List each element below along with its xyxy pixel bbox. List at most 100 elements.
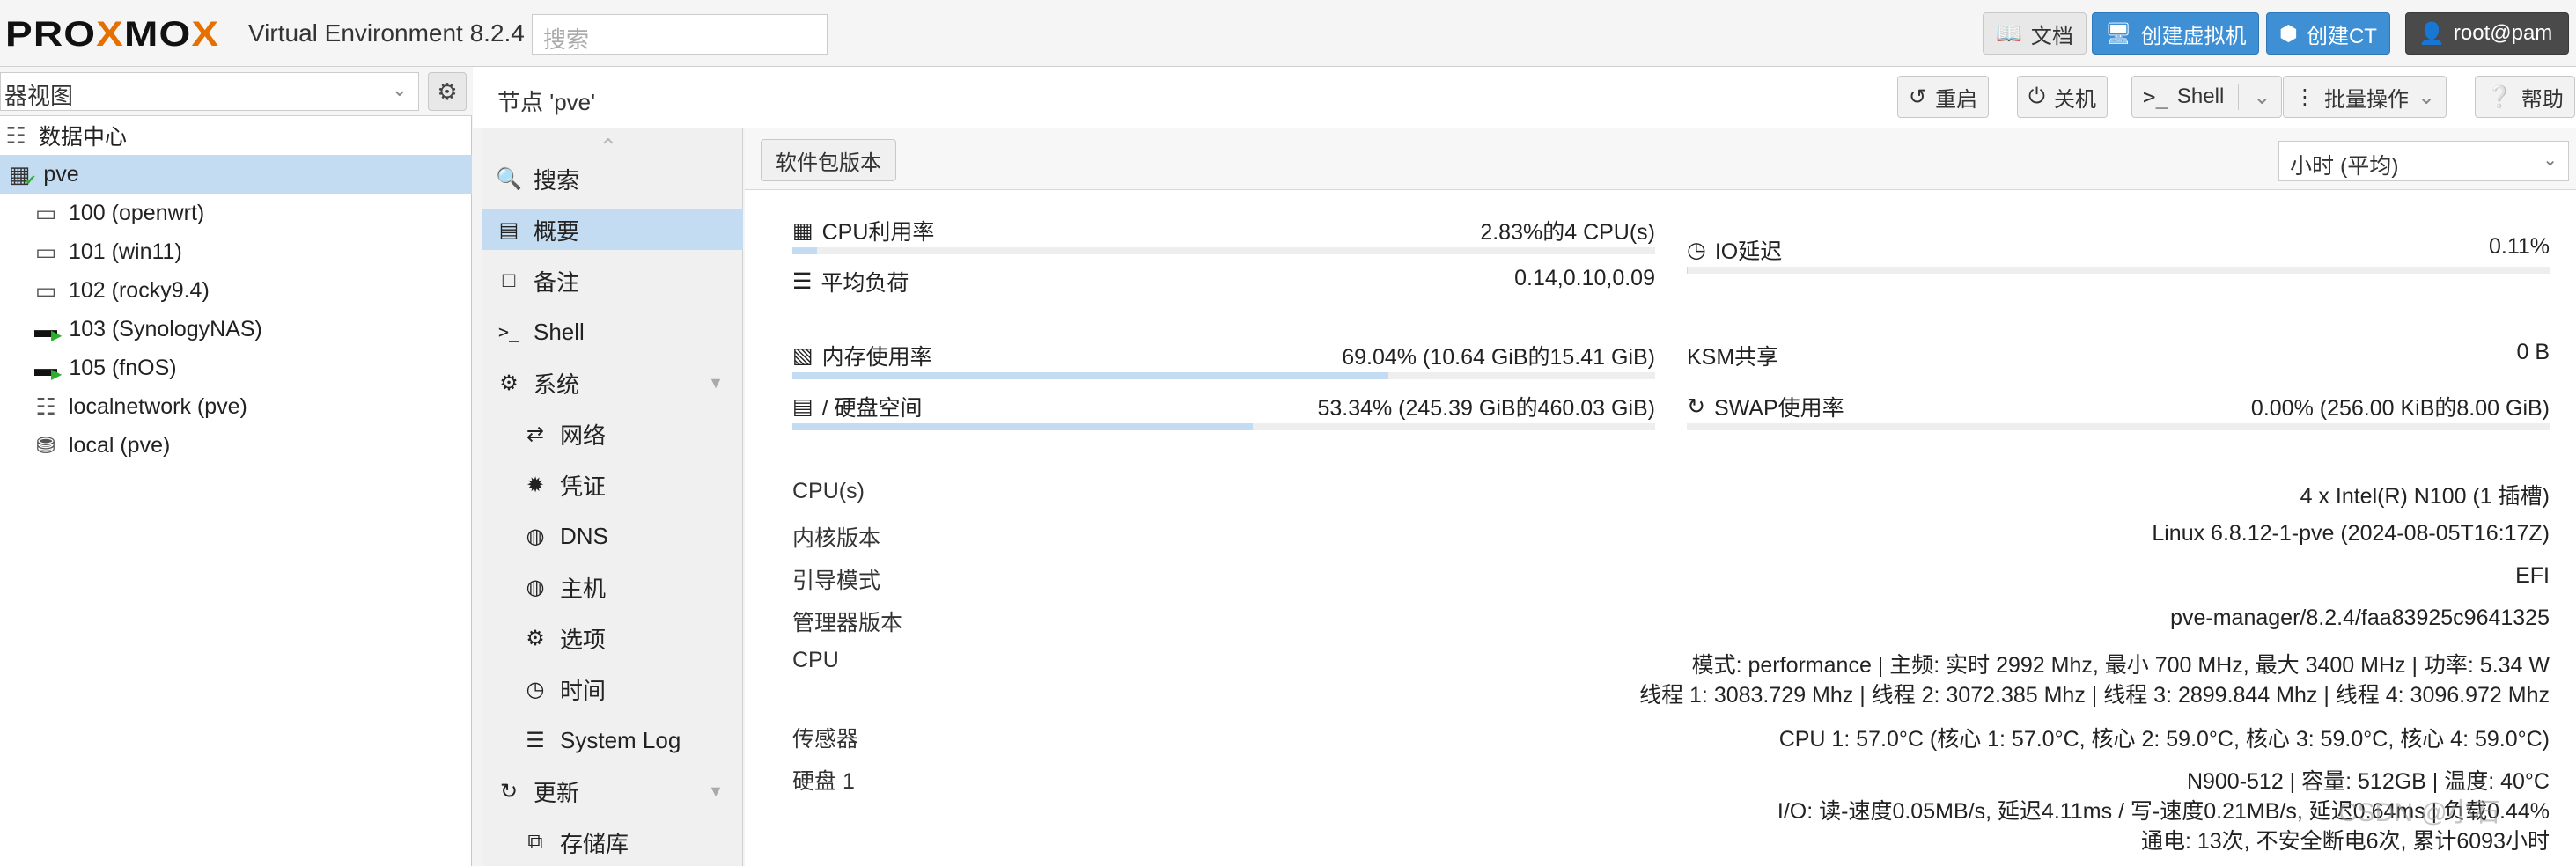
undo-icon: ↺ [1909, 84, 1927, 109]
globe-icon: ◍ [526, 575, 545, 599]
scroll-up-icon[interactable]: ⌃ [599, 134, 618, 161]
nav-item[interactable]: □ 备注 [482, 261, 743, 301]
swap-usage-bar [1687, 423, 2550, 430]
cpu-usage-stat: ▦ CPU利用率 2.83%的4 CPU(s) [792, 218, 1655, 245]
terminal-icon: >_ [2143, 84, 2168, 109]
tree-settings-button[interactable]: ⚙ [428, 72, 467, 111]
running-play-icon: ▶ [51, 328, 63, 343]
resource-tree: ☷ 数据中心 ▦ ✔ pve ▭ 100 (openwrt) ▭ 101 (win11) ▭ 102… [0, 116, 472, 465]
nav-item[interactable]: ◍ DNS [482, 516, 743, 556]
cpu-detail-label: CPU [792, 648, 839, 672]
proxmox-logo[interactable]: PROXMOX [5, 11, 218, 58]
nav-item[interactable]: ✹ 凭证 [482, 465, 743, 505]
memory-usage-bar [792, 372, 1655, 379]
tree-item-label: 数据中心 [39, 125, 128, 150]
manager-version-label: 管理器版本 [792, 611, 903, 635]
online-check-icon: ✔ [25, 173, 37, 188]
nav-item-label: 系统 [534, 371, 580, 398]
nav-item[interactable]: ⧉ 存储库 [482, 822, 743, 862]
chevron-down-icon: ⌄ [2418, 84, 2436, 109]
global-search-input[interactable]: 搜索 [532, 14, 828, 55]
top-bar: PROXMOX Virtual Environment 8.2.4 搜索 📖 文… [0, 0, 2576, 67]
nav-item[interactable]: >_ Shell [482, 312, 743, 352]
nav-item[interactable]: 🔍 搜索 [482, 158, 743, 199]
nav-item-label: 备注 [534, 268, 580, 296]
page-title: 节点 'pve' [497, 89, 596, 115]
reboot-button[interactable]: ↺ 重启 [1897, 76, 1990, 118]
nav-item-label: 凭证 [560, 473, 607, 500]
chevron-down-icon[interactable]: ⌄ [2253, 84, 2271, 110]
exchange-icon: ⇄ [526, 422, 545, 446]
cpu-detail-line1: 模式: performance | 主频: 实时 2992 Mhz, 最小 70… [1691, 653, 2550, 678]
user-menu-button[interactable]: 👤 root@pam [2405, 12, 2569, 55]
tree-item-label: localnetwork (pve) [69, 393, 247, 419]
cpus-value: 4 x Intel(R) N100 (1 插槽) [2300, 484, 2550, 509]
bulk-actions-button[interactable]: ⋮ 批量操作 ⌄ [2283, 76, 2447, 118]
view-selector[interactable]: 器视图 ⌄ [0, 72, 419, 111]
memory-usage-fill [792, 372, 1388, 379]
load-average-stat: ☰ 平均负荷 0.14,0.10,0.09 [792, 266, 1655, 296]
nav-item[interactable]: ↻ 更新 ▼ [482, 771, 743, 811]
network-grid-icon: ☷ [35, 393, 56, 420]
resource-tree-panel: 器视图 ⌄ ⚙ ☷ 数据中心 ▦ ✔ pve ▭ 100 (openwrt) ▭ 101 (wi… [0, 67, 472, 866]
nav-item[interactable]: ▤ 概要 [482, 209, 743, 250]
tree-item[interactable]: ☷ localnetwork (pve) [0, 387, 472, 426]
building-icon: ☷ [5, 121, 26, 149]
certificate-icon: ✹ [526, 473, 545, 497]
user-icon: 👤 [2418, 21, 2445, 46]
nav-item[interactable]: ⚙ 选项 [482, 618, 743, 658]
cpu-detail-line2: 线程 1: 3083.729 Mhz | 线程 2: 3072.385 Mhz … [1639, 683, 2550, 708]
tree-item[interactable]: ▭ 100 (openwrt) [0, 194, 472, 232]
package-versions-button[interactable]: 软件包版本 [761, 139, 896, 181]
tree-item[interactable]: ⛃ local (pve) [0, 426, 472, 465]
refresh-icon: ↻ [499, 779, 519, 804]
disk-space-stat: ▤ / 硬盘空间 53.34% (245.39 GiB的460.03 GiB) [792, 394, 1655, 421]
nav-item[interactable]: ⇄ 网络 [482, 414, 743, 454]
shell-button[interactable]: >_ Shell ⌄ [2131, 76, 2283, 118]
tree-item[interactable]: ▭ 101 (win11) [0, 232, 472, 271]
power-icon: ⏻ [2028, 84, 2045, 108]
storage-icon: ⛃ [36, 431, 55, 459]
nav-item[interactable]: ◷ 时间 [482, 669, 743, 709]
view-selector-bar: 器视图 ⌄ ⚙ [0, 67, 472, 116]
kernel-label: 内核版本 [792, 526, 881, 551]
tree-item[interactable]: ▭ 102 (rocky9.4) [0, 271, 472, 310]
tree-item[interactable]: ☷ 数据中心 [0, 116, 472, 155]
help-button[interactable]: ❔ 帮助 [2475, 76, 2575, 118]
nav-item-label: 更新 [534, 779, 580, 806]
gear-icon: ⚙ [437, 77, 458, 105]
shutdown-button[interactable]: ⏻ 关机 [2017, 76, 2108, 118]
io-delay-fill [1687, 267, 1689, 274]
tree-item-label: local (pve) [69, 432, 171, 458]
timeframe-select[interactable]: 小时 (平均) ⌄ [2278, 141, 2569, 181]
disk1-label: 硬盘 1 [792, 769, 855, 794]
create-vm-button[interactable]: 🖥 创建虚拟机 [2092, 12, 2260, 55]
disk-space-bar [792, 423, 1655, 430]
node-nav-menu: ⌃ 🔍 搜索 ▤ 概要 □ 备注 >_ Shell ⚙ 系统 ▼ ⇄ 网络 ✹ 凭证 ◍ DNS ◍ 主机 ⚙ 选项 ◷ 时… [482, 128, 743, 866]
manager-version-value: pve-manager/8.2.4/faa83925c9641325 [2170, 605, 2550, 630]
tree-item-label: 105 (fnOS) [69, 355, 177, 380]
tree-item[interactable]: ▬ ▶ 105 (fnOS) [0, 349, 472, 387]
clock-icon: ◷ [1687, 238, 1706, 262]
chevron-down-icon: ▼ [708, 782, 724, 800]
docs-button[interactable]: 📖 文档 [1983, 12, 2087, 55]
nav-item[interactable]: ⚙ 系统 ▼ [482, 363, 743, 403]
tree-item[interactable]: ▦ ✔ pve [0, 155, 472, 194]
nav-item-label: 时间 [560, 677, 607, 704]
vm-stopped-icon: ▭ [34, 199, 57, 226]
sensors-value: CPU 1: 57.0°C (核心 1: 57.0°C, 核心 2: 59.0°… [1778, 727, 2550, 752]
nav-item-label: DNS [560, 522, 608, 549]
question-circle-icon: ❔ [2486, 84, 2513, 109]
cpu-icon: ▦ [792, 218, 813, 243]
tree-item[interactable]: ▬ ▶ 103 (SynologyNAS) [0, 310, 472, 349]
chevron-down-icon: ▼ [708, 373, 724, 392]
cube-icon: ⬢ [2279, 21, 2298, 46]
vm-stopped-icon: ▭ [34, 276, 57, 304]
book-icon: ▤ [498, 217, 519, 242]
terminal-icon: >_ [497, 321, 520, 342]
create-ct-button[interactable]: ⬢ 创建CT [2266, 12, 2390, 55]
nav-item[interactable]: ◍ 主机 [482, 567, 743, 607]
nav-item[interactable]: ☰ System Log [482, 720, 743, 760]
io-delay-stat: ◷ IO延迟 0.11% [1687, 234, 2550, 264]
nav-item-label: 主机 [560, 575, 607, 602]
